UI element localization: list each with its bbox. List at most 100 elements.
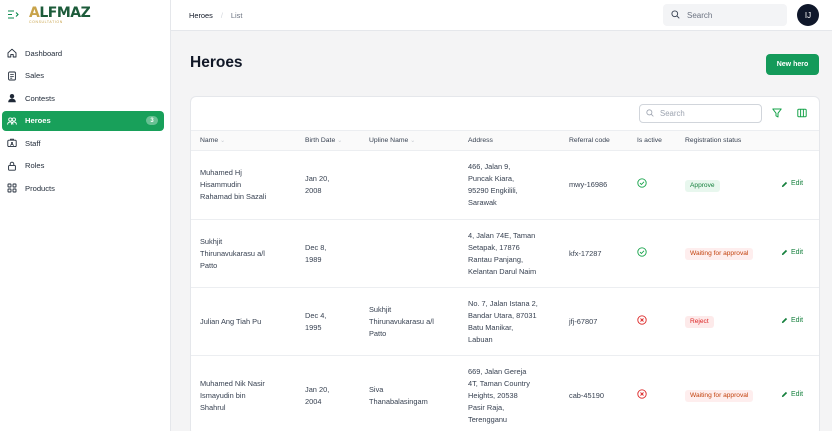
cell-birth-date: Jan 20, 2008 [305,174,330,195]
new-hero-button[interactable]: New hero [766,54,819,75]
table-row[interactable]: Muhamed Nik Nasir Ismayudin bin Shahrul Jan… [191,356,819,431]
sort-icon[interactable]: ⌄ [410,138,415,144]
sidebar-item-label: Sales [25,71,44,80]
edit-button[interactable]: Edit [781,178,803,190]
edit-button[interactable]: Edit [781,389,803,401]
cell-referral-code: cab-45190 [569,390,604,400]
cell-referral-code: mwy-16986 [569,180,608,189]
column-header: Is active [637,137,662,144]
status-badge: Waiting for approval [685,248,754,260]
pencil-icon [781,318,788,324]
user-icon [7,93,17,103]
breadcrumb-separator: / [220,10,223,20]
sidebar-item-label: Products [25,183,55,193]
table-row[interactable]: Sukhjit Thirunavukarasu a/l Patto Dec 8, 198… [191,220,819,288]
avatar[interactable]: IJ [797,4,819,26]
cell-birth-date: Dec 4, 1995 [305,310,327,332]
sidebar-item-dashboard[interactable]: Dashboard [2,43,164,63]
x-circle-icon [628,288,676,356]
cell-upline-name [360,151,459,220]
cell-registration-status: Reject [676,288,772,356]
check-circle-icon [628,220,676,288]
cell-referral-code: jfj-67807 [569,316,598,326]
table-search-input[interactable]: Search [639,104,762,123]
column-header: Registration status [685,137,742,144]
check-circle-icon [628,151,676,220]
search-icon [646,108,654,119]
table-toolbar: Search [191,97,819,130]
sidebar-item-label: Staff [25,138,41,148]
x-circle-icon [628,356,676,431]
status-badge: Approve [685,179,720,192]
cell-name: Muhamed Nik Nasir Ismayudin bin Shahrul [200,378,265,412]
brand: ALFMAZ CONSULTATION [0,0,170,31]
column-header[interactable]: Birth Date ⌄ [296,131,360,151]
global-search-input[interactable]: Search [663,4,787,26]
pencil-icon [781,250,788,256]
sort-icon[interactable]: ⌄ [220,138,225,144]
heroes-table: Name ⌄ Birth Date ⌄ Upline Name ⌄ Address Refer… [191,130,819,431]
home-icon [7,48,17,58]
sidebar-item-contests[interactable]: Contests [2,88,164,108]
cell-upline-name [360,220,459,288]
count-badge: 3 [146,116,158,125]
sidebar-item-staff[interactable]: Staff [2,133,164,153]
cell-actions: Edit [772,220,819,288]
sidebar-item-label: Roles [25,161,45,170]
cell-address: No. 7, Jalan Istana 2, Bandar Utara, 8703… [468,298,538,344]
cell-actions: Edit [772,356,819,431]
sort-icon[interactable]: ⌄ [337,138,342,144]
lock-icon [7,161,17,171]
table-row[interactable]: Muhamed Hj Hisammudin Rahamad bin Sazali Ja… [191,151,819,220]
columns-icon[interactable] [797,108,807,118]
sidebar-item-label: Contests [25,93,55,103]
table-row[interactable]: Julian Ang Tiah Pu Dec 4, 1995 Sukhjit Thiru… [191,288,819,356]
pencil-icon [781,392,788,398]
pencil-icon [781,181,788,187]
sidebar: ALFMAZ CONSULTATION Dashboard Sales Contes… [0,0,171,431]
edit-button[interactable]: Edit [781,247,803,259]
page-title: Heroes [190,54,243,71]
cell-upline-name: Sukhjit Thirunavukarasu a/l Patto [369,304,434,338]
document-icon [7,71,17,81]
grid-icon [7,183,17,193]
sidebar-item-label: Dashboard [25,48,63,58]
table-body: Muhamed Hj Hisammudin Rahamad bin Sazali Ja… [191,151,819,431]
sidebar-item-roles[interactable]: Roles [2,156,164,176]
column-header[interactable]: Name ⌄ [191,131,296,151]
heroes-table-card: Search Name ⌄ Birth Date ⌄ Upline Name ⌄ Addre… [190,96,820,431]
logo[interactable]: ALFMAZ CONSULTATION [29,6,91,25]
breadcrumb-list: List [230,10,243,20]
cell-upline-name: Siva Thanabalasingam [369,384,428,406]
cell-actions: Edit [772,288,819,356]
cell-actions: Edit [772,151,819,220]
cell-birth-date: Dec 8, 1989 [305,242,327,264]
cell-name: Muhamed Hj Hisammudin Rahamad bin Sazali [200,168,267,201]
column-header-actions [772,131,819,151]
breadcrumb-heroes[interactable]: Heroes [189,11,213,20]
status-badge: Waiting for approval [685,390,754,402]
cell-address: 466, Jalan 9, Puncak Kiara, 95290 Engkilil… [468,162,518,207]
cell-name: Julian Ang Tiah Pu [200,316,262,326]
search-icon [671,9,680,21]
cell-registration-status: Waiting for approval [676,220,772,288]
sidebar-item-heroes[interactable]: Heroes 3 [2,110,164,131]
cell-registration-status: Waiting for approval [676,356,772,431]
edit-button[interactable]: Edit [781,315,803,327]
group-icon [7,116,17,126]
topbar: Heroes / List Search IJ [171,0,832,31]
sidebar-item-label: Heroes [25,116,51,125]
collapse-menu-icon[interactable] [8,9,19,22]
table-header-row: Name ⌄ Birth Date ⌄ Upline Name ⌄ Address Refer… [191,130,819,151]
status-badge: Reject [685,316,714,328]
cell-address: 4, Jalan 74E, Taman Setapak, 17876 Rantau … [468,230,537,276]
cell-birth-date: Jan 20, 2004 [305,384,330,406]
sidebar-item-sales[interactable]: Sales [2,66,164,86]
filter-icon[interactable] [772,108,782,118]
column-header: Referral code [569,137,610,144]
cell-name: Sukhjit Thirunavukarasu a/l Patto [200,236,265,270]
column-header[interactable]: Upline Name ⌄ [360,131,459,151]
id-card-icon [7,138,17,148]
sidebar-item-products[interactable]: Products [2,178,164,198]
cell-registration-status: Approve [676,151,772,220]
